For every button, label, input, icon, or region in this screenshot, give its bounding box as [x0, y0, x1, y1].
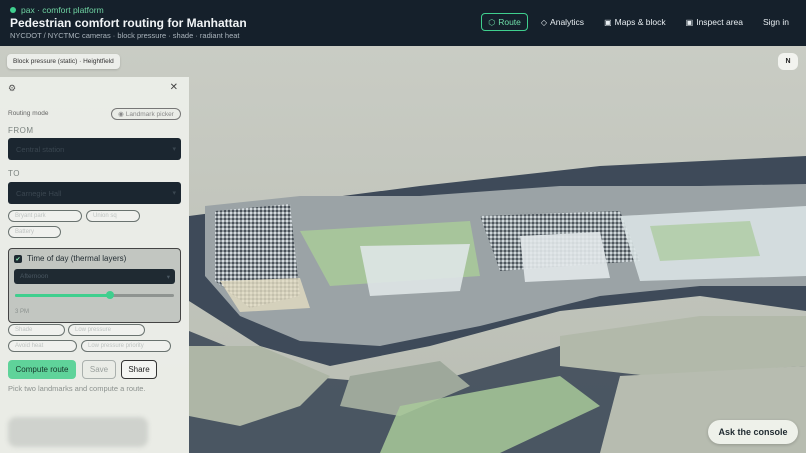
landmark-picker-label: Landmark picker	[125, 110, 174, 118]
time-slider-fill	[15, 294, 111, 297]
time-of-day-card: ✔ Time of day (thermal layers) Afternoon…	[8, 248, 181, 323]
top-bar: pax · comfort platform Pedestrian comfor…	[0, 0, 806, 46]
park-area	[650, 221, 760, 261]
from-select[interactable]: Central station ▾	[8, 138, 181, 160]
time-of-day-value: Afternoon	[20, 273, 49, 280]
time-slider[interactable]	[15, 291, 174, 299]
time-readout: 3 PM	[15, 309, 30, 315]
nav-inspect-label: Inspect area	[696, 17, 743, 27]
pin-icon: ◉	[118, 111, 124, 118]
nav-inspect-area[interactable]: ▣ Inspect area	[679, 13, 750, 31]
ask-console-button[interactable]: Ask the console	[708, 420, 798, 444]
chip-landmark[interactable]: Union sq	[86, 210, 140, 222]
routing-mode-label: Routing mode	[8, 110, 49, 117]
square-icon: ▣	[685, 17, 694, 27]
layer-pill[interactable]: Block pressure (static) · Heightfield	[7, 54, 120, 69]
chevron-down-icon: ▾	[172, 146, 176, 153]
chip-landmark[interactable]: Bryant park	[8, 210, 82, 222]
close-icon[interactable]: ✕	[170, 82, 178, 93]
status-dot-icon	[10, 7, 16, 13]
nav-maps-block[interactable]: ▣ Maps & block	[597, 13, 673, 31]
chevron-down-icon: ▾	[172, 190, 176, 197]
hexagon-icon: ⬡	[488, 17, 496, 27]
time-slider-thumb[interactable]	[106, 291, 115, 299]
nav-route[interactable]: ⬡ Route	[481, 13, 528, 31]
brand: pax · comfort platform	[10, 5, 104, 15]
chip-preference[interactable]: Shade	[8, 324, 65, 336]
from-value: Central station	[16, 145, 65, 154]
nav-maps-label: Maps & block	[614, 17, 666, 27]
landmark-picker-button[interactable]: ◉ Landmark picker	[111, 108, 181, 120]
chip-preference[interactable]: Avoid heat	[8, 340, 77, 352]
to-value: Carnegie Hall	[16, 189, 62, 198]
time-of-day-select[interactable]: Afternoon ▾	[14, 269, 175, 284]
to-label: TO	[8, 169, 20, 178]
to-select[interactable]: Carnegie Hall ▾	[8, 182, 181, 204]
chip-preference[interactable]: Low pressure	[68, 324, 145, 336]
nav-analytics[interactable]: ◇ Analytics	[534, 13, 591, 31]
blurred-card	[8, 417, 148, 447]
page-subtitle: NYCDOT / NYCTMC cameras · block pressure…	[10, 31, 240, 40]
page-title: Pedestrian comfort routing for Manhattan	[10, 16, 247, 30]
from-label: FROM	[8, 126, 34, 135]
time-of-day-checkbox[interactable]: ✔	[14, 255, 22, 263]
chip-landmark[interactable]: Battery	[8, 226, 61, 238]
gear-icon[interactable]: ⚙	[8, 83, 16, 94]
compass-button[interactable]: N	[778, 53, 798, 70]
diamond-icon: ◇	[540, 17, 548, 27]
route-hint: Pick two landmarks and compute a route.	[8, 384, 146, 393]
time-of-day-title: Time of day (thermal layers)	[27, 254, 127, 263]
brand-label: pax · comfort platform	[21, 5, 104, 15]
top-nav: ⬡ Route ◇ Analytics ▣ Maps & block ▣ Ins…	[481, 13, 796, 31]
district-block	[360, 244, 470, 296]
nav-analytics-label: Analytics	[550, 17, 585, 27]
chevron-down-icon: ▾	[166, 274, 170, 281]
compute-route-button[interactable]: Compute route	[8, 360, 76, 379]
nav-route-label: Route	[498, 17, 521, 27]
save-button[interactable]: Save	[82, 360, 116, 379]
chip-preference[interactable]: Low pressure priority	[81, 340, 171, 352]
share-button[interactable]: Share	[121, 360, 157, 379]
sign-in-button[interactable]: Sign in	[756, 13, 796, 31]
district-block	[520, 232, 610, 282]
square-icon: ▣	[604, 17, 612, 27]
route-panel: ⚙ ✕ Routing mode ◉ Landmark picker FROM …	[0, 77, 189, 453]
